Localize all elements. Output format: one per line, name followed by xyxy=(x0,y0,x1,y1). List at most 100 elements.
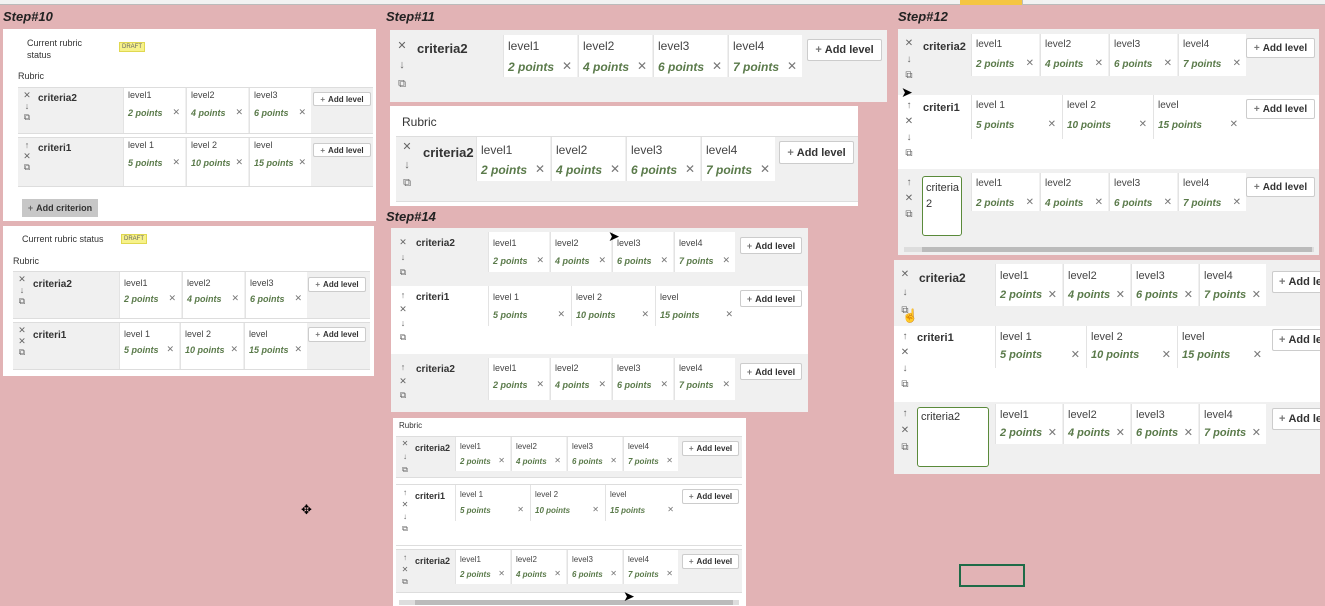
add-level-button[interactable]: +Add level xyxy=(313,92,371,106)
level-cell[interactable]: level3 6 points ✕ xyxy=(567,550,622,584)
level-cell[interactable]: level3 6 points ✕ xyxy=(626,137,700,181)
move-down-icon[interactable]: ↓ xyxy=(903,288,908,298)
level-cell[interactable]: level4 7 points ✕ xyxy=(674,232,735,272)
add-level-button[interactable]: +Add level xyxy=(740,290,802,307)
add-criterion-button[interactable]: + Add criterion xyxy=(22,199,98,217)
level-cell[interactable]: level1 2 points ✕ xyxy=(455,550,510,584)
criterion-name-textarea[interactable]: criteria 2 xyxy=(922,176,962,236)
move-down-icon[interactable]: ↓ xyxy=(403,453,407,461)
level-cell[interactable]: level1 2 points ✕ xyxy=(995,264,1062,306)
delete-icon[interactable]: ✕ xyxy=(402,142,411,153)
criterion-name[interactable]: criteria2 xyxy=(38,93,77,104)
criterion-name[interactable]: criteria2 xyxy=(423,145,474,160)
add-level-button[interactable]: +Add level xyxy=(308,327,366,342)
duplicate-icon[interactable]: ⧉ xyxy=(24,163,30,172)
move-down-icon[interactable]: ↓ xyxy=(399,60,405,71)
move-down-icon[interactable]: ↓ xyxy=(403,513,407,521)
delete-icon[interactable]: ✕ xyxy=(397,41,406,52)
move-up-icon[interactable]: ↑ xyxy=(403,554,407,562)
criterion-name[interactable]: criteri1 xyxy=(416,292,449,303)
duplicate-icon[interactable]: ⧉ xyxy=(24,113,30,122)
move-down-icon[interactable]: ↓ xyxy=(401,319,406,328)
level-cell[interactable]: level4 7 points ✕ xyxy=(1178,173,1246,211)
level-cell[interactable]: level1 2 points ✕ xyxy=(971,173,1039,211)
level-cell[interactable]: level1 2 points ✕ xyxy=(971,34,1039,76)
level-cell[interactable]: level4 7 points ✕ xyxy=(674,358,735,400)
move-up-icon[interactable]: ↑ xyxy=(401,363,406,372)
add-level-button[interactable]: +Add level xyxy=(740,363,802,380)
move-down-icon[interactable]: ↓ xyxy=(25,102,30,111)
criterion-name[interactable]: criteri1 xyxy=(38,143,71,154)
level-cell[interactable]: level 15 points ✕ xyxy=(971,95,1061,139)
level-cell[interactable]: level3 6 points ✕ xyxy=(1131,404,1198,444)
level-cell[interactable]: level2 4 points ✕ xyxy=(1040,34,1108,76)
level-cell[interactable]: level4 7 points ✕ xyxy=(728,35,802,77)
duplicate-icon[interactable]: ⧉ xyxy=(901,380,908,390)
move-down-icon[interactable]: ↓ xyxy=(20,286,25,295)
duplicate-icon[interactable]: ⧉ xyxy=(905,149,912,159)
move-down-icon[interactable]: ↓ xyxy=(907,55,912,65)
criterion-name[interactable]: criteria2 xyxy=(923,41,966,53)
add-level-button[interactable]: +Add level xyxy=(1272,329,1320,351)
level-cell[interactable]: level2 4 points ✕ xyxy=(511,550,566,584)
delete-icon[interactable]: ✕ xyxy=(905,194,913,204)
level-cell[interactable]: level2 4 points ✕ xyxy=(551,137,625,181)
level-cell[interactable]: level3 6 points ✕ xyxy=(612,232,673,272)
criterion-name[interactable]: criteria2 xyxy=(919,271,966,285)
delete-icon[interactable]: ✕ xyxy=(402,566,409,574)
scrollbar-thumb[interactable] xyxy=(922,247,1312,252)
level-cell[interactable]: level2 4 points ✕ xyxy=(182,272,244,318)
add-level-button[interactable]: +Add level xyxy=(1272,408,1320,430)
level-cell[interactable]: level1 2 points ✕ xyxy=(995,404,1062,444)
add-level-button[interactable]: +Add level xyxy=(682,441,739,456)
level-cell[interactable]: level 15 points ✕ xyxy=(605,485,679,521)
criterion-name[interactable]: criteria2 xyxy=(416,238,455,249)
duplicate-icon[interactable]: ⧉ xyxy=(19,348,25,357)
level-cell[interactable]: level2 4 points ✕ xyxy=(1063,264,1130,306)
duplicate-icon[interactable]: ⧉ xyxy=(402,578,408,586)
add-level-button[interactable]: +Add level xyxy=(1272,271,1320,293)
delete-icon[interactable]: ✕ xyxy=(901,270,909,280)
move-down-icon[interactable]: ↓ xyxy=(907,133,912,143)
move-up-icon[interactable]: ↑ xyxy=(907,101,912,111)
add-level-button[interactable]: +Add level xyxy=(682,554,739,569)
level-cell[interactable]: level4 7 points ✕ xyxy=(701,137,775,181)
delete-icon[interactable]: ✕ xyxy=(18,326,26,335)
level-cell[interactable]: level 15 points ✕ xyxy=(249,138,311,186)
move-up-icon[interactable]: ↑ xyxy=(903,409,908,419)
criterion-name[interactable]: criteri1 xyxy=(415,491,445,501)
level-cell[interactable]: level4 7 points ✕ xyxy=(1178,34,1246,76)
duplicate-icon[interactable]: ⧉ xyxy=(398,79,406,90)
criterion-name[interactable]: criteria2 xyxy=(417,41,468,56)
move-down-icon[interactable]: ↓ xyxy=(401,253,406,262)
level-cell[interactable]: level3 6 points ✕ xyxy=(245,272,307,318)
level-cell[interactable]: level1 2 points ✕ xyxy=(476,137,550,181)
delete-icon[interactable]: ✕ xyxy=(23,152,31,161)
delete-icon[interactable]: ✕ xyxy=(901,348,909,358)
level-cell[interactable]: level 15 points ✕ xyxy=(123,138,185,186)
level-cell[interactable]: level2 4 points ✕ xyxy=(1063,404,1130,444)
level-cell[interactable]: level1 2 points ✕ xyxy=(503,35,577,77)
duplicate-icon[interactable]: ⧉ xyxy=(403,178,411,189)
delete-icon[interactable]: ✕ xyxy=(402,501,409,509)
level-cell[interactable]: level 15 points ✕ xyxy=(655,286,738,326)
level-cell[interactable]: level2 4 points ✕ xyxy=(550,358,611,400)
add-level-button[interactable]: +Add level xyxy=(313,143,371,157)
delete-icon[interactable]: ✕ xyxy=(399,377,407,386)
level-cell[interactable]: level2 4 points ✕ xyxy=(578,35,652,77)
delete-icon[interactable]: ✕ xyxy=(23,91,31,100)
add-level-button[interactable]: +Add level xyxy=(740,237,802,254)
level-cell[interactable]: level1 2 points ✕ xyxy=(488,358,549,400)
duplicate-icon[interactable]: ⧉ xyxy=(400,333,406,342)
duplicate-icon[interactable]: ⧉ xyxy=(901,443,908,453)
level-cell[interactable]: level 2 10 points ✕ xyxy=(180,323,243,369)
duplicate-icon[interactable]: ⧉ xyxy=(402,466,408,474)
criterion-name[interactable]: criteri1 xyxy=(33,330,66,341)
level-cell[interactable]: level3 6 points ✕ xyxy=(1131,264,1198,306)
level-cell[interactable]: level 15 points ✕ xyxy=(455,485,529,521)
duplicate-icon[interactable]: ⧉ xyxy=(400,268,406,277)
add-level-button[interactable]: +Add level xyxy=(308,277,366,292)
level-cell[interactable]: level 2 10 points ✕ xyxy=(1062,95,1152,139)
move-up-icon[interactable]: ↑ xyxy=(903,332,908,342)
level-cell[interactable]: level4 7 points ✕ xyxy=(1199,404,1266,444)
